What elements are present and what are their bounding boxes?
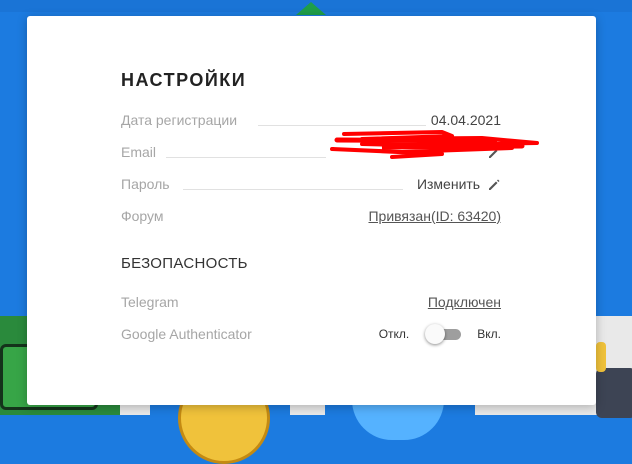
registration-row: Дата регистрации 04.04.2021 bbox=[121, 110, 501, 130]
google-authenticator-label: Google Authenticator bbox=[121, 326, 252, 342]
registration-label: Дата регистрации bbox=[121, 112, 238, 128]
telegram-row: Telegram Подключен bbox=[121, 292, 501, 312]
row-divider bbox=[258, 125, 426, 126]
google-authenticator-row: Google Authenticator Откл. Вкл. bbox=[121, 324, 501, 344]
pencil-icon bbox=[489, 179, 500, 191]
change-password-label: Изменить bbox=[416, 176, 481, 192]
forum-label: Форум bbox=[121, 208, 164, 224]
telegram-label: Telegram bbox=[121, 294, 179, 310]
toggle-knob[interactable] bbox=[425, 324, 446, 344]
email-label: Email bbox=[121, 144, 157, 160]
forum-link[interactable]: Привязан(ID: 63420) bbox=[368, 206, 501, 226]
settings-panel: НАСТРОЙКИ Дата регистрации 04.04.2021 Em… bbox=[27, 16, 596, 405]
telegram-status-link[interactable]: Подключен bbox=[428, 292, 501, 312]
toggle-off-label: Откл. bbox=[378, 327, 410, 341]
wallet-icon bbox=[596, 368, 632, 418]
google-authenticator-control: Откл. Вкл. bbox=[379, 324, 501, 344]
google-authenticator-toggle[interactable] bbox=[425, 324, 463, 344]
security-title: БЕЗОПАСНОСТЬ bbox=[121, 255, 248, 272]
change-password-button[interactable]: Изменить bbox=[417, 174, 501, 194]
row-divider bbox=[183, 189, 403, 190]
coin-stack-icon bbox=[596, 342, 606, 372]
toggle-on-label: Вкл. bbox=[477, 327, 501, 341]
row-divider bbox=[166, 157, 326, 158]
registration-date: 04.04.2021 bbox=[430, 112, 501, 128]
dropdown-arrow-icon bbox=[296, 2, 326, 15]
password-label: Пароль bbox=[121, 176, 170, 192]
password-row: Пароль Изменить bbox=[121, 174, 501, 194]
forum-row: Форум Привязан(ID: 63420) bbox=[121, 206, 501, 226]
settings-title: НАСТРОЙКИ bbox=[121, 70, 247, 90]
email-redaction bbox=[330, 130, 539, 159]
